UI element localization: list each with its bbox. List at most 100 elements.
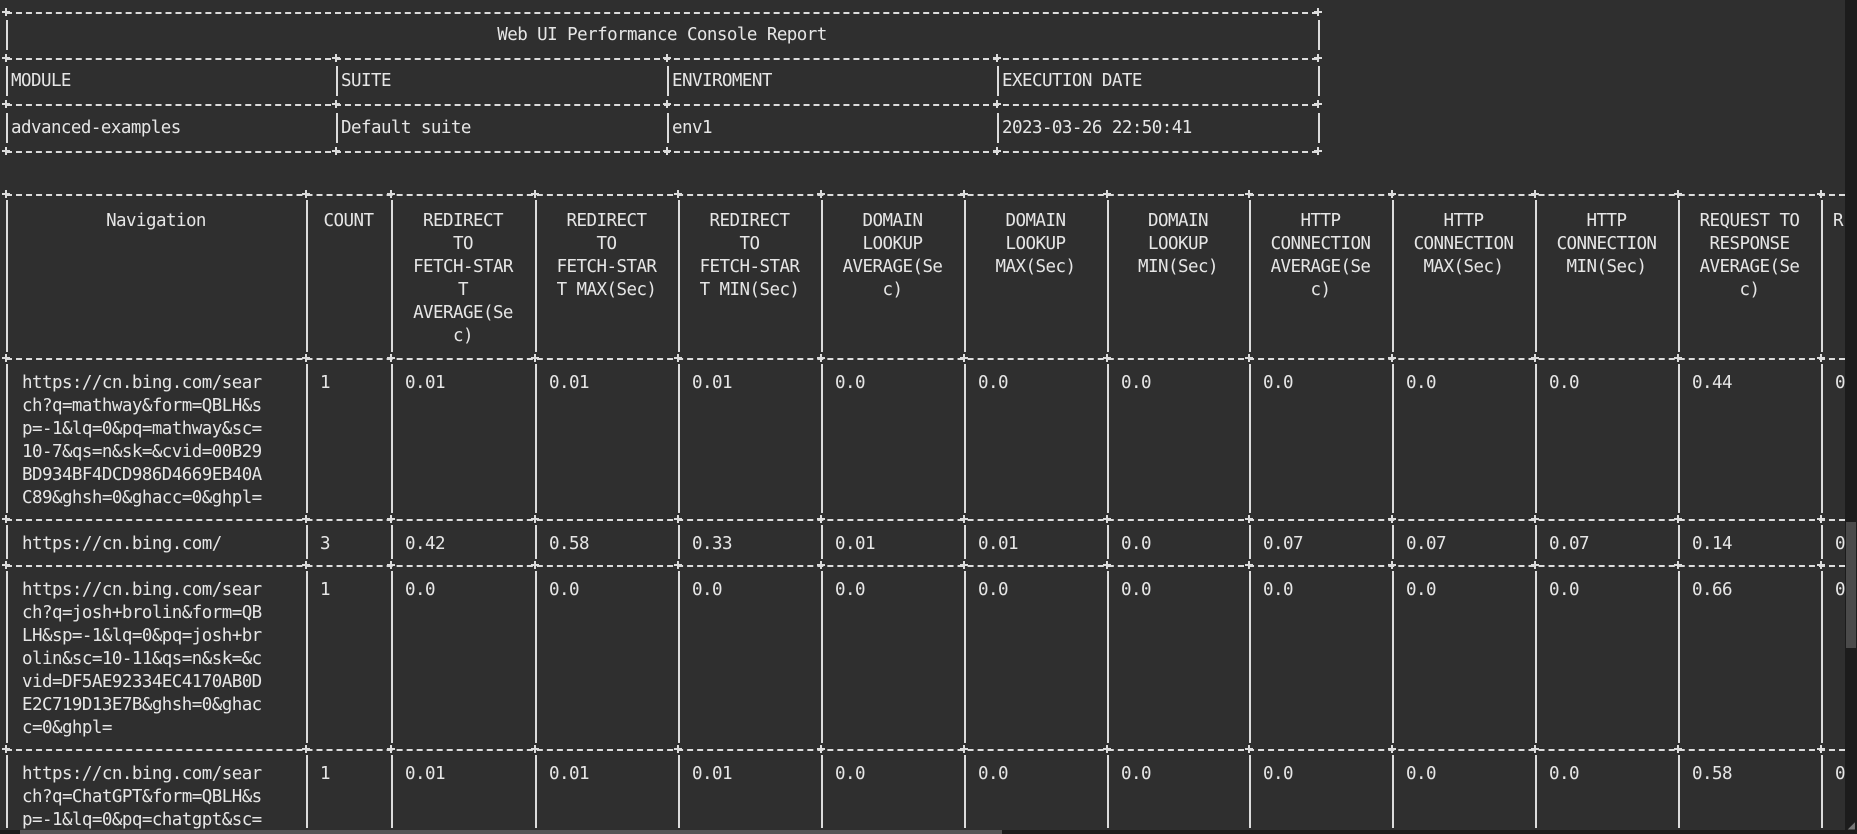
column-separator bbox=[6, 525, 8, 559]
table-cell-value: 0.0 bbox=[1121, 534, 1152, 554]
border-joint bbox=[1314, 54, 1322, 62]
navigation-url-line: c=0&ghpl= bbox=[22, 718, 112, 738]
vertical-scrollbar-thumb[interactable] bbox=[1846, 522, 1856, 648]
column-header: c) bbox=[1739, 280, 1761, 300]
info-table-border bbox=[6, 151, 1318, 153]
column-separator bbox=[964, 525, 966, 559]
column-header: AVERAGE(Se bbox=[413, 303, 513, 323]
column-separator bbox=[535, 755, 537, 828]
column-separator bbox=[821, 755, 823, 828]
column-separator bbox=[678, 755, 680, 828]
column-header: REDIRECT bbox=[423, 211, 503, 231]
info-table-border bbox=[6, 104, 1318, 106]
table-cell-value: 0.0 bbox=[1549, 580, 1580, 600]
resize-grip-icon: ◢ bbox=[1847, 818, 1855, 832]
border-joint bbox=[1103, 354, 1111, 362]
border-joint bbox=[2, 190, 10, 198]
column-header: DOMAIN bbox=[862, 211, 923, 231]
table-cell-value: 0 bbox=[1835, 373, 1846, 393]
border-joint bbox=[302, 354, 310, 362]
border-joint bbox=[302, 190, 310, 198]
border-joint bbox=[531, 745, 539, 753]
column-header: FETCH-STAR bbox=[556, 257, 657, 277]
border-joint bbox=[1817, 354, 1825, 362]
border-joint bbox=[1531, 515, 1539, 523]
column-separator bbox=[1249, 571, 1251, 743]
border-joint bbox=[1531, 190, 1539, 198]
navigation-url-line: BD934BF4DCD986D4669EB40A bbox=[22, 465, 262, 485]
column-separator bbox=[678, 364, 680, 513]
table-cell-value: 0.01 bbox=[405, 764, 446, 784]
border-joint bbox=[1531, 561, 1539, 569]
column-header: TO bbox=[596, 234, 618, 254]
column-header: RESPONSE bbox=[1709, 234, 1790, 254]
column-separator bbox=[1107, 571, 1109, 743]
info-value-0: advanced-examples bbox=[11, 118, 181, 138]
table-cell-value: 3 bbox=[320, 534, 331, 554]
border-joint bbox=[960, 561, 968, 569]
border-joint bbox=[302, 515, 310, 523]
column-separator bbox=[1318, 66, 1320, 96]
table-cell-value: 0.0 bbox=[978, 373, 1009, 393]
border-joint bbox=[2, 147, 10, 155]
navigation-url-line: https://cn.bing.com/sear bbox=[22, 373, 262, 393]
column-separator bbox=[1107, 755, 1109, 828]
border-joint bbox=[1388, 354, 1396, 362]
table-cell-value: 0.07 bbox=[1263, 534, 1304, 554]
table-cell-value: 0.42 bbox=[405, 534, 446, 554]
table-cell-value: 0.44 bbox=[1692, 373, 1733, 393]
border-joint bbox=[674, 561, 682, 569]
table-cell-value: 0.07 bbox=[1549, 534, 1590, 554]
column-header: MIN(Sec) bbox=[1566, 257, 1647, 277]
column-header: FETCH-STAR bbox=[413, 257, 513, 277]
border-joint bbox=[817, 190, 825, 198]
table-row-border bbox=[6, 358, 1845, 360]
border-joint bbox=[1817, 561, 1825, 569]
border-joint bbox=[302, 745, 310, 753]
info-value-3: 2023-03-26 22:50:41 bbox=[1002, 118, 1192, 138]
vertical-scrollbar[interactable] bbox=[1845, 0, 1857, 834]
border-joint bbox=[1674, 190, 1682, 198]
border-joint bbox=[960, 190, 968, 198]
table-cell-value: 0.01 bbox=[549, 764, 590, 784]
column-header: T MAX(Sec) bbox=[556, 280, 657, 300]
column-header: HTTP bbox=[1300, 211, 1342, 231]
border-joint bbox=[1314, 100, 1322, 108]
table-cell-value: 0.0 bbox=[692, 580, 723, 600]
column-separator bbox=[391, 525, 393, 559]
border-joint bbox=[817, 561, 825, 569]
column-separator bbox=[821, 525, 823, 559]
border-joint bbox=[960, 745, 968, 753]
horizontal-scrollbar-thumb[interactable] bbox=[20, 830, 1002, 834]
table-cell-value: 0.0 bbox=[978, 580, 1009, 600]
border-joint bbox=[332, 147, 340, 155]
column-separator bbox=[1535, 755, 1537, 828]
horizontal-scrollbar[interactable] bbox=[0, 830, 1845, 834]
terminal-output: Web UI Performance Console Report MODULE a… bbox=[0, 0, 1857, 834]
column-separator bbox=[964, 755, 966, 828]
column-header: TO bbox=[453, 234, 474, 254]
border-joint bbox=[2, 515, 10, 523]
column-header: REDIRECT bbox=[566, 211, 647, 231]
info-value-1: Default suite bbox=[341, 118, 471, 138]
table-cell-value: 0 bbox=[1835, 764, 1846, 784]
column-separator bbox=[6, 66, 8, 96]
column-header: CONNECTION bbox=[1413, 234, 1514, 254]
column-separator bbox=[1392, 755, 1394, 828]
border-joint bbox=[663, 100, 671, 108]
border-joint bbox=[1388, 515, 1396, 523]
column-separator bbox=[306, 364, 308, 513]
table-cell-value: 0.01 bbox=[978, 534, 1019, 554]
table-row-border bbox=[6, 565, 1845, 567]
column-separator bbox=[6, 755, 8, 828]
border-joint bbox=[960, 515, 968, 523]
column-header: Navigation bbox=[106, 211, 206, 231]
border-joint bbox=[1817, 515, 1825, 523]
border-joint bbox=[2, 8, 10, 16]
column-separator bbox=[336, 66, 338, 96]
column-separator bbox=[964, 364, 966, 513]
column-separator bbox=[1535, 571, 1537, 743]
border-joint bbox=[993, 54, 1001, 62]
navigation-url-line: E2C719D13E7B&ghsh=0&ghac bbox=[22, 695, 262, 715]
column-separator bbox=[306, 525, 308, 559]
